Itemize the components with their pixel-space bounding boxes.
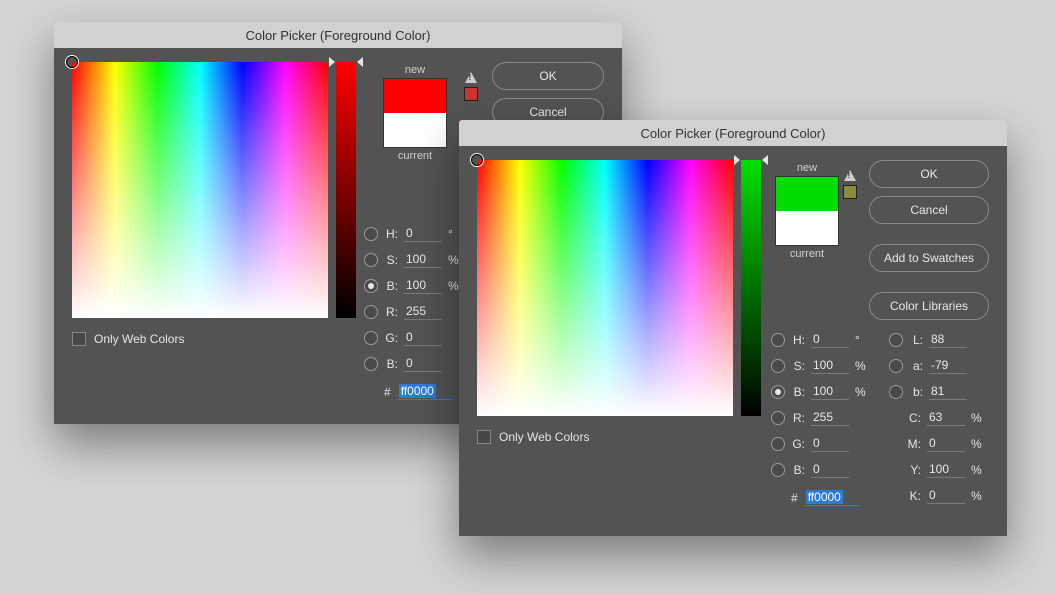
- color-field[interactable]: [477, 160, 733, 416]
- hue-slider-thumb-left[interactable]: [734, 155, 740, 165]
- radio-r[interactable]: [771, 411, 785, 425]
- radio-g[interactable]: [771, 437, 785, 451]
- gamut-warning-icon[interactable]: [844, 170, 856, 181]
- cancel-button[interactable]: Cancel: [869, 196, 989, 224]
- radio-g[interactable]: [364, 331, 378, 345]
- radio-blue[interactable]: [771, 463, 785, 477]
- field-lab-b[interactable]: [929, 384, 967, 400]
- only-web-colors-checkbox[interactable]: Only Web Colors: [477, 430, 761, 444]
- field-c[interactable]: [927, 410, 965, 426]
- hex-field[interactable]: ff0000: [804, 490, 860, 506]
- current-color-label: current: [398, 150, 432, 162]
- current-color-swatch[interactable]: [384, 113, 446, 147]
- hue-slider-thumb-right[interactable]: [762, 155, 768, 165]
- gamut-swatch[interactable]: [843, 185, 857, 199]
- radio-b[interactable]: [364, 279, 378, 293]
- dialog-title: Color Picker (Foreground Color): [246, 28, 431, 43]
- field-g[interactable]: [811, 436, 849, 452]
- hue-slider-thumb-right[interactable]: [357, 57, 363, 67]
- new-color-label: new: [797, 162, 817, 174]
- field-r[interactable]: [404, 304, 442, 320]
- radio-s[interactable]: [771, 359, 785, 373]
- field-h[interactable]: [811, 332, 849, 348]
- hex-field[interactable]: ff0000: [397, 384, 453, 400]
- field-s[interactable]: [811, 358, 849, 374]
- only-web-colors-checkbox[interactable]: Only Web Colors: [72, 332, 356, 346]
- radio-h[interactable]: [771, 333, 785, 347]
- color-field-cursor[interactable]: [471, 154, 483, 166]
- radio-s[interactable]: [364, 253, 378, 267]
- field-a[interactable]: [929, 358, 967, 374]
- field-r[interactable]: [811, 410, 849, 426]
- gamut-warning-icon[interactable]: [465, 72, 477, 83]
- gamut-swatch[interactable]: [464, 87, 478, 101]
- dialog-titlebar[interactable]: Color Picker (Foreground Color): [54, 22, 622, 48]
- current-color-swatch[interactable]: [776, 211, 838, 245]
- current-color-label: current: [790, 248, 824, 260]
- field-y[interactable]: [927, 462, 965, 478]
- dialog-titlebar[interactable]: Color Picker (Foreground Color): [459, 120, 1007, 146]
- hue-slider[interactable]: [336, 62, 356, 318]
- add-to-swatches-button[interactable]: Add to Swatches: [869, 244, 989, 272]
- color-field[interactable]: [72, 62, 328, 318]
- hue-slider-thumb-left[interactable]: [329, 57, 335, 67]
- hex-label: #: [384, 385, 391, 399]
- radio-h[interactable]: [364, 227, 378, 241]
- new-color-swatch[interactable]: [384, 79, 446, 113]
- field-b[interactable]: [811, 384, 849, 400]
- only-web-colors-label: Only Web Colors: [94, 332, 184, 346]
- radio-blue[interactable]: [364, 357, 378, 371]
- field-m[interactable]: [927, 436, 965, 452]
- field-g[interactable]: [404, 330, 442, 346]
- radio-b[interactable]: [771, 385, 785, 399]
- field-blue[interactable]: [404, 356, 442, 372]
- dialog-title: Color Picker (Foreground Color): [641, 126, 826, 141]
- field-l[interactable]: [929, 332, 967, 348]
- new-color-swatch[interactable]: [776, 177, 838, 211]
- new-color-label: new: [405, 64, 425, 76]
- checkbox-icon: [72, 332, 86, 346]
- checkbox-icon: [477, 430, 491, 444]
- hex-row: # ff0000: [364, 384, 460, 400]
- ok-button[interactable]: OK: [492, 62, 604, 90]
- ok-button[interactable]: OK: [869, 160, 989, 188]
- field-b[interactable]: [404, 278, 442, 294]
- radio-a[interactable]: [889, 359, 903, 373]
- color-libraries-button[interactable]: Color Libraries: [869, 292, 989, 320]
- color-picker-dialog-2: Color Picker (Foreground Color) Only Web…: [459, 120, 1007, 536]
- field-blue[interactable]: [811, 462, 849, 478]
- radio-l[interactable]: [889, 333, 903, 347]
- radio-r[interactable]: [364, 305, 378, 319]
- only-web-colors-label: Only Web Colors: [499, 430, 589, 444]
- color-preview: [383, 78, 447, 148]
- hex-label: #: [791, 491, 798, 505]
- field-k[interactable]: [927, 488, 965, 504]
- color-field-cursor[interactable]: [66, 56, 78, 68]
- color-preview: [775, 176, 839, 246]
- field-s[interactable]: [404, 252, 442, 268]
- radio-lab-b[interactable]: [889, 385, 903, 399]
- hue-slider[interactable]: [741, 160, 761, 416]
- field-h[interactable]: [404, 226, 442, 242]
- hex-row: # ff0000: [771, 490, 867, 506]
